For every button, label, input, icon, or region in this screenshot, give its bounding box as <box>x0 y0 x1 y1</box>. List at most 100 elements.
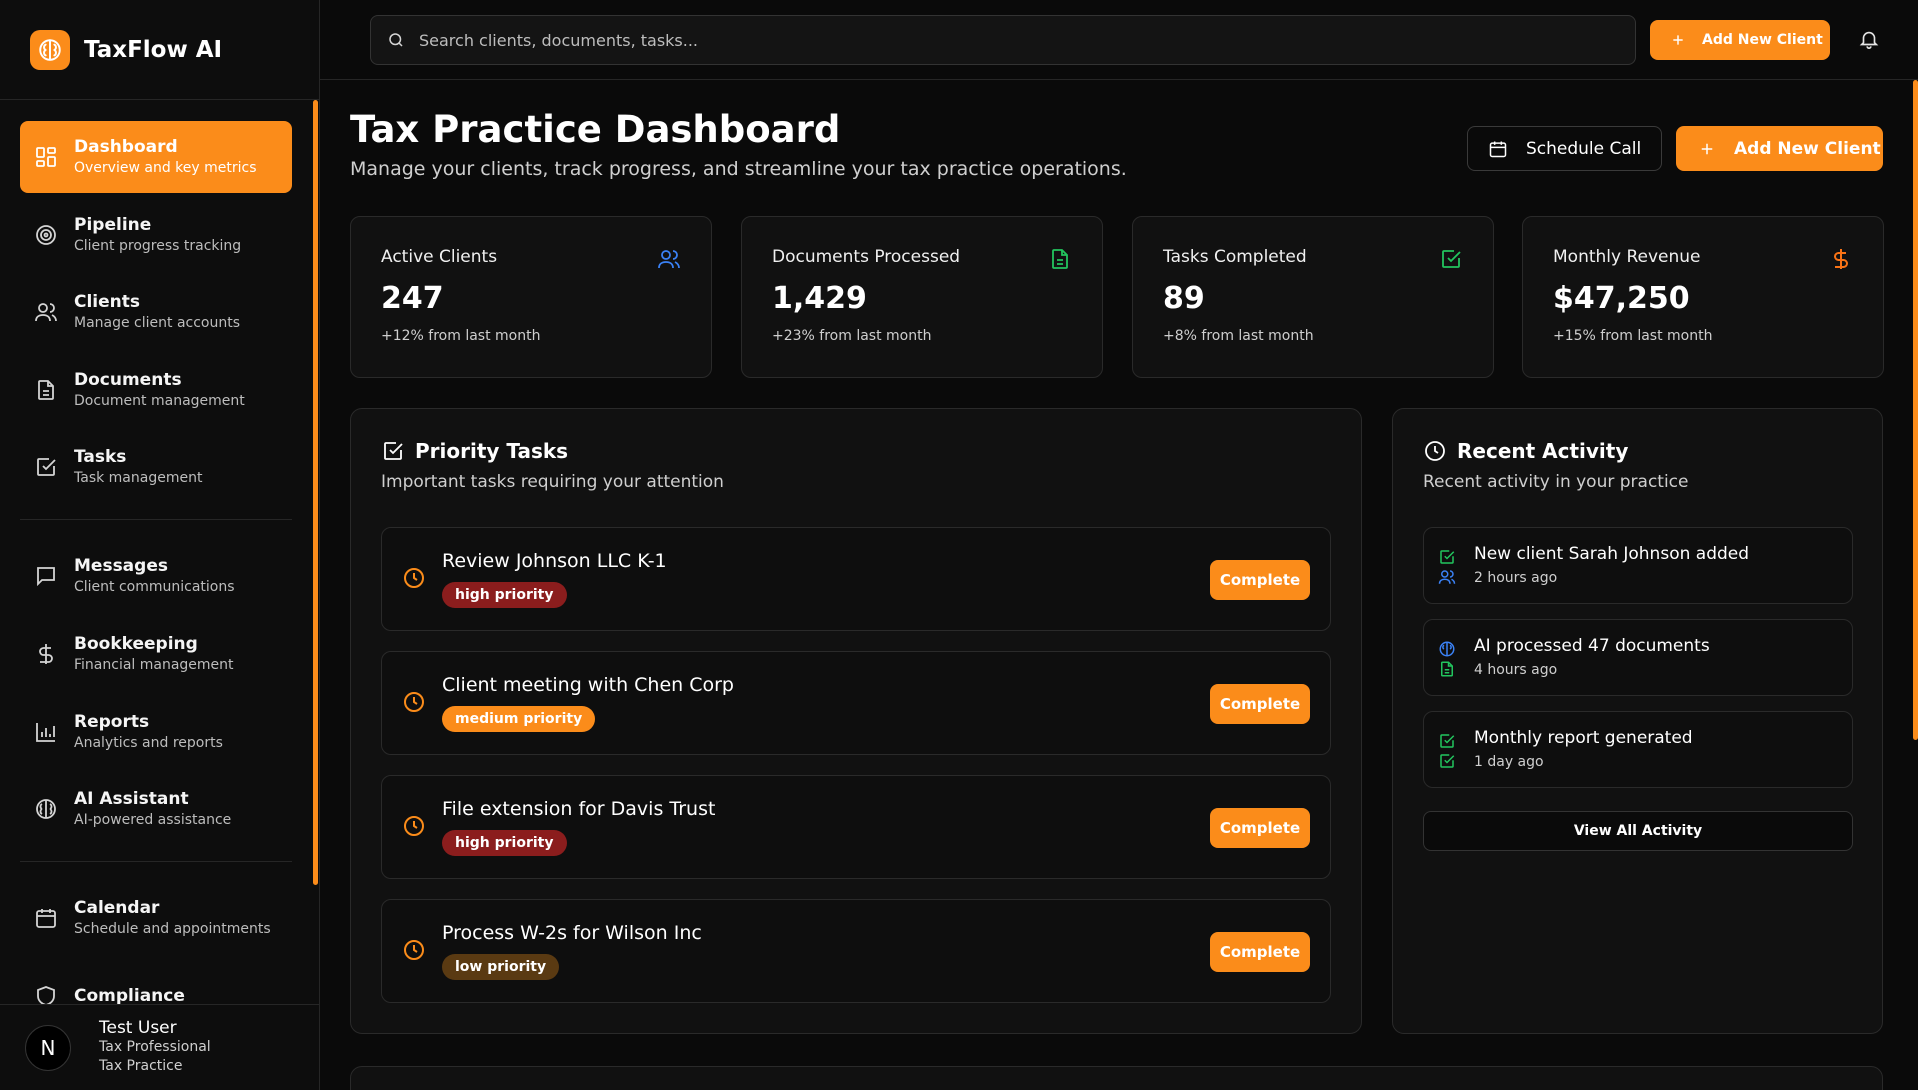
bar-chart-icon <box>36 722 55 742</box>
checkbox-icon <box>384 442 403 460</box>
sidebar-item-sub: Client progress tracking <box>74 237 242 254</box>
task-title: File extension for Davis Trust <box>442 798 716 820</box>
priority-badge: medium priority <box>442 706 596 732</box>
add-new-client-button[interactable]: Add New Client <box>1650 20 1830 60</box>
sidebar-item-calendar[interactable]: Calendar Schedule and appointments <box>20 882 292 954</box>
sidebar-item-label: Calendar <box>74 898 160 919</box>
dashboard-icon <box>36 147 56 167</box>
stat-card-monthly-revenue: Monthly Revenue $47,250 +15% from last m… <box>1522 216 1884 378</box>
document-icon <box>1441 661 1453 677</box>
plus-icon <box>1701 143 1713 154</box>
button-label: Add New Client <box>1734 138 1881 159</box>
calendar-icon <box>36 909 56 929</box>
dollar-icon <box>1834 249 1848 269</box>
clock-icon <box>404 692 424 712</box>
activity-item[interactable]: New client Sarah Johnson added 2 hours a… <box>1423 527 1853 604</box>
button-label: Schedule Call <box>1526 138 1642 159</box>
sidebar-item-sub: Financial management <box>74 656 234 673</box>
activity-title: AI processed 47 documents <box>1474 636 1710 656</box>
sidebar-item-bookkeeping[interactable]: Bookkeeping Financial management <box>20 618 292 690</box>
brain-icon <box>36 799 56 820</box>
priority-badge: low priority <box>442 954 560 980</box>
search-input[interactable] <box>419 30 1519 50</box>
activity-title: New client Sarah Johnson added <box>1474 544 1750 564</box>
stat-card-active-clients: Active Clients 247 +12% from last month <box>350 216 712 378</box>
stat-value: 89 <box>1163 281 1205 316</box>
clock-icon <box>404 816 424 836</box>
complete-button[interactable]: Complete <box>1210 808 1310 848</box>
recent-activity-panel: Recent Activity Recent activity in your … <box>1392 408 1883 1034</box>
task-item: Process W-2s for Wilson Inc low priority… <box>381 899 1331 1003</box>
sidebar: TaxFlow AI Dashboard Overview and key met… <box>0 0 320 1090</box>
sidebar-item-messages[interactable]: Messages Client communications <box>20 540 292 612</box>
sidebar-item-sub: Schedule and appointments <box>74 921 271 938</box>
checkbox-icon <box>1442 250 1461 268</box>
activity-time: 1 day ago <box>1474 754 1544 770</box>
sidebar-item-sub: Document management <box>74 392 245 409</box>
brand-name: TaxFlow AI <box>84 36 223 63</box>
panel-title: Recent Activity <box>1457 439 1629 463</box>
page-subtitle: Manage your clients, track progress, and… <box>350 158 1127 180</box>
checkbox-icon <box>37 458 56 477</box>
view-all-activity-button[interactable]: View All Activity <box>1423 811 1853 851</box>
stat-label: Active Clients <box>381 247 498 267</box>
task-title: Client meeting with Chen Corp <box>442 674 734 696</box>
search-box[interactable] <box>370 15 1636 65</box>
user-role: Tax Professional <box>99 1039 211 1055</box>
stat-change: +15% from last month <box>1553 328 1713 344</box>
complete-button[interactable]: Complete <box>1210 560 1310 600</box>
stat-card-documents-processed: Documents Processed 1,429 +23% from last… <box>741 216 1103 378</box>
task-title: Process W-2s for Wilson Inc <box>442 922 702 944</box>
bell-icon[interactable] <box>1858 28 1880 50</box>
activity-item[interactable]: AI processed 47 documents 4 hours ago <box>1423 619 1853 696</box>
sidebar-item-label: Bookkeeping <box>74 633 198 654</box>
plus-icon <box>1673 35 1683 45</box>
sidebar-item-label: AI Assistant <box>74 789 189 810</box>
brand[interactable]: TaxFlow AI <box>0 0 319 100</box>
sidebar-item-label: Reports <box>74 711 150 732</box>
clock-icon <box>404 568 424 588</box>
stat-label: Monthly Revenue <box>1553 247 1701 267</box>
sidebar-item-documents[interactable]: Documents Document management <box>20 354 292 426</box>
brain-icon <box>30 29 70 70</box>
sidebar-item-pipeline[interactable]: Pipeline Client progress tracking <box>20 199 292 271</box>
message-icon <box>37 567 55 587</box>
avatar: N <box>25 1024 71 1071</box>
main-scrollbar[interactable] <box>1913 80 1918 740</box>
sidebar-item-label: Clients <box>74 292 141 313</box>
task-title: Review Johnson LLC K-1 <box>442 550 667 572</box>
panel-title: Priority Tasks <box>415 439 569 463</box>
stat-change: +8% from last month <box>1163 328 1314 344</box>
users-icon <box>658 250 680 269</box>
add-new-client-button[interactable]: Add New Client <box>1676 126 1883 171</box>
checkbox-icon <box>1440 734 1455 748</box>
complete-button[interactable]: Complete <box>1210 932 1310 972</box>
activity-time: 4 hours ago <box>1474 662 1558 678</box>
schedule-call-button[interactable]: Schedule Call <box>1467 126 1662 171</box>
checkbox-icon <box>1440 754 1455 768</box>
sidebar-item-sub: AI-powered assistance <box>74 812 232 829</box>
sidebar-item-label: Pipeline <box>74 214 152 235</box>
sidebar-item-ai-assistant[interactable]: AI Assistant AI-powered assistance <box>20 773 292 845</box>
stat-change: +23% from last month <box>772 328 932 344</box>
sidebar-item-sub: Manage client accounts <box>74 315 241 332</box>
sidebar-item-dashboard[interactable]: Dashboard Overview and key metrics <box>20 121 292 193</box>
sidebar-item-clients[interactable]: Clients Manage client accounts <box>20 276 292 348</box>
panel-subtitle: Recent activity in your practice <box>1423 472 1689 492</box>
activity-item[interactable]: Monthly report generated 1 day ago <box>1423 711 1853 788</box>
target-icon <box>36 224 56 245</box>
priority-tasks-panel: Priority Tasks Important tasks requiring… <box>350 408 1362 1034</box>
top-bar: Add New Client <box>320 0 1918 80</box>
search-icon <box>389 33 403 47</box>
sidebar-item-label: Dashboard <box>74 137 178 157</box>
sidebar-item-tasks[interactable]: Tasks Task management <box>20 431 292 503</box>
user-profile[interactable]: N Test User Tax Professional Tax Practic… <box>0 1004 319 1090</box>
page-title: Tax Practice Dashboard <box>350 108 841 151</box>
next-section-panel <box>350 1066 1883 1090</box>
sidebar-item-label: Documents <box>74 369 182 390</box>
sidebar-item-reports[interactable]: Reports Analytics and reports <box>20 696 292 768</box>
complete-button[interactable]: Complete <box>1210 684 1310 724</box>
sidebar-item-sub: Client communications <box>74 579 235 596</box>
user-name: Test User <box>99 1018 177 1038</box>
sidebar-scrollbar[interactable] <box>313 100 318 885</box>
